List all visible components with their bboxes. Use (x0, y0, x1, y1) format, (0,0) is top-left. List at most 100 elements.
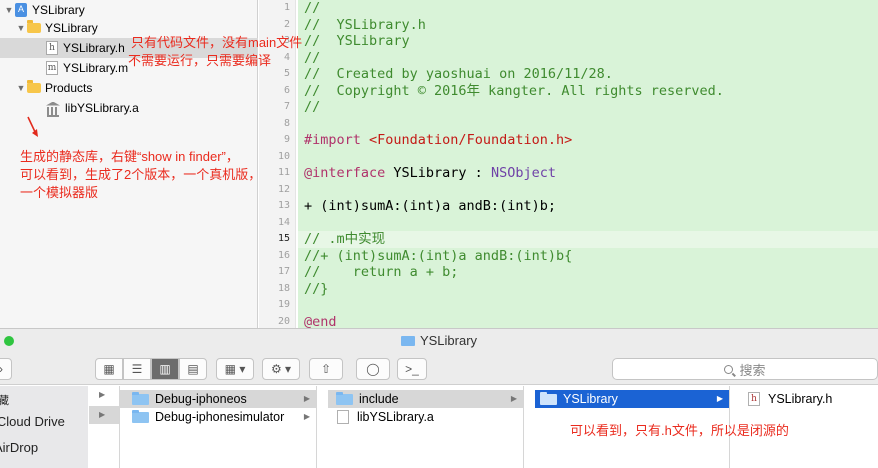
search-icon (724, 364, 734, 374)
folder-icon (400, 336, 415, 346)
gallery-view-button[interactable]: ▤ (179, 358, 207, 380)
group-name: YSLibrary (45, 21, 98, 35)
code-keyword: @interface (304, 165, 386, 181)
folder-icon (336, 391, 353, 405)
list-item[interactable]: ▶ (89, 406, 119, 424)
line-number: 12 (277, 183, 290, 195)
navigator-item-products[interactable]: ▼ Products (15, 78, 92, 98)
code-text: // return a + b; (304, 264, 459, 280)
code-text: //} (304, 280, 329, 297)
code-line[interactable]: 14 (259, 215, 878, 232)
action-gear-button[interactable]: ⚙ ▾ (262, 358, 300, 380)
window-title-text: YSLibrary (419, 333, 478, 348)
folder-name: Debug-iphoneos (155, 392, 247, 406)
navigator-item-group[interactable]: ▼ YSLibrary (15, 18, 98, 38)
code-text: // (304, 49, 321, 66)
code-line[interactable]: 3// YSLibrary (259, 33, 878, 50)
code-line[interactable]: 2 // YSLibrary.h (259, 17, 878, 34)
code-text: // .m中实现 (304, 231, 386, 247)
line-number: 10 (277, 150, 290, 162)
finder-sidebar: 藏 iCloud Drive AirDrop (0, 386, 88, 468)
code-text: // (304, 99, 321, 115)
chevron-right-icon: ▶ (716, 394, 723, 403)
line-number: 18 (277, 282, 290, 294)
icon-view-button[interactable]: ▦ (95, 358, 123, 380)
share-button[interactable]: ⇧ (309, 358, 343, 380)
line-number: 1 (283, 2, 290, 13)
line-number: 6 (283, 84, 290, 96)
list-view-button[interactable]: ☰ (123, 358, 151, 380)
folder-icon (27, 20, 41, 33)
code-keyword: #import (304, 132, 370, 148)
folder-item-debug-iphonesimulator[interactable]: Debug-iphonesimulator ▶ (120, 408, 316, 426)
code-string: <Foundation/Foundation.h> (369, 132, 573, 148)
navigator-item-implementation-file[interactable]: m YSLibrary.m (46, 58, 128, 78)
terminal-button[interactable]: >_ (397, 358, 427, 380)
file-name: libYSLibrary.a (65, 101, 139, 115)
code-editor[interactable]: 1 // 2 // YSLibrary.h 3// YSLibrary 4//5// Cr… (259, 0, 878, 330)
file-name: YSLibrary.h (768, 392, 833, 406)
code-line[interactable]: 11 @interface YSLibrary : NSObject (259, 165, 878, 182)
file-name: libYSLibrary.a (357, 410, 434, 424)
column-view-button[interactable]: ▥ (151, 358, 179, 380)
code-text: + (int)sumA:(int)a andB:(int)b; (304, 198, 556, 214)
line-number: 7 (283, 101, 290, 112)
search-field[interactable]: 搜索 (612, 358, 878, 380)
folder-icon (540, 391, 557, 405)
library-icon (46, 102, 60, 117)
arrange-button[interactable]: ▦ ▾ (216, 358, 254, 380)
disclosure-triangle-icon[interactable]: ▼ (15, 78, 27, 98)
line-number: 9 (283, 134, 290, 145)
column-divider[interactable] (316, 386, 317, 468)
navigator-item-static-library[interactable]: libYSLibrary.a (46, 98, 139, 118)
folder-item-debug-iphoneos[interactable]: Debug-iphoneos ▶ (120, 390, 316, 408)
code-line[interactable]: 16 //+ (int)sumA:(int)a andB:(int)b{ (259, 248, 878, 265)
file-item-static-library[interactable]: libYSLibrary.a (328, 408, 523, 426)
code-line[interactable]: 18 //} (259, 281, 878, 298)
red-arrow-icon (27, 116, 38, 137)
code-line[interactable]: 12 (259, 182, 878, 199)
navigator-item-project[interactable]: ▼ YSLibrary (3, 0, 85, 20)
document-icon (337, 410, 349, 424)
sidebar-item-airdrop[interactable]: AirDrop (0, 440, 38, 455)
sidebar-item-favorites[interactable]: 藏 (0, 392, 9, 408)
folder-item-include[interactable]: include ▶ (328, 390, 523, 408)
project-name: YSLibrary (32, 3, 85, 17)
line-number: 17 (277, 266, 290, 277)
forward-button[interactable]: › (0, 358, 12, 380)
line-number: 2 (283, 18, 290, 30)
line-number: 8 (283, 117, 290, 129)
code-line[interactable]: 15 // .m中实现 (259, 231, 878, 248)
annotation-text: 生成的静态库，右键“show in finder”， (20, 149, 239, 164)
sidebar-item-icloud[interactable]: iCloud Drive (0, 414, 65, 429)
disclosure-triangle-icon[interactable]: ▼ (15, 18, 27, 38)
folder-name: Debug-iphonesimulator (155, 410, 285, 424)
chevron-right-icon: ▶ (303, 394, 310, 403)
finder-column-parent: ▶ ▶ (89, 386, 119, 468)
code-line[interactable]: 7 // (259, 99, 878, 116)
code-line[interactable]: 17 // return a + b; (259, 264, 878, 281)
code-line[interactable]: 8 (259, 116, 878, 133)
file-item-header[interactable]: h YSLibrary.h (738, 390, 878, 408)
folder-item-yslibrary[interactable]: YSLibrary ▶ (535, 390, 729, 408)
code-line[interactable]: 13 + (int)sumA:(int)a andB:(int)b; (259, 198, 878, 215)
code-line[interactable]: 1 // (259, 0, 878, 17)
code-line[interactable]: 10 (259, 149, 878, 166)
code-text: @interface YSLibrary : NSObject (304, 165, 556, 182)
code-line[interactable]: 19 (259, 297, 878, 314)
chevron-right-icon: ▶ (303, 412, 310, 421)
annotation-text: 一个模拟器版 (20, 185, 99, 200)
disclosure-triangle-icon[interactable]: ▼ (3, 0, 15, 20)
code-text: // YSLibrary (304, 33, 410, 49)
folder-icon (132, 409, 149, 423)
code-line[interactable]: 9 #import <Foundation/Foundation.h> (259, 132, 878, 149)
code-line[interactable]: 5// Created by yaoshuai on 2016/11/28. (259, 66, 878, 83)
annotation-text: 可以看到，生成了2个版本，一个真机版， (20, 167, 262, 182)
chevron-right-icon: ▶ (510, 394, 517, 403)
folder-name: YSLibrary (563, 392, 618, 406)
line-number: 11 (277, 167, 290, 178)
column-divider[interactable] (523, 386, 524, 468)
tag-button[interactable]: ◯ (356, 358, 390, 380)
code-line[interactable]: 4// (259, 50, 878, 67)
code-line[interactable]: 6 // Copyright © 2016年 kangter. All right… (259, 83, 878, 100)
